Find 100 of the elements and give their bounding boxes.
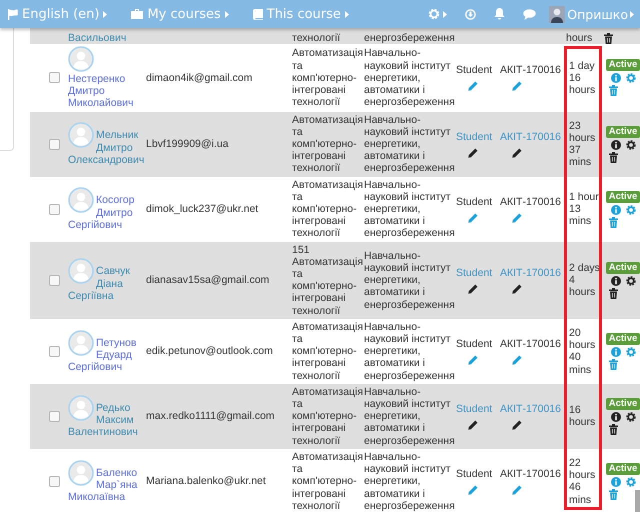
caret-icon — [103, 10, 108, 18]
specialty-text: 151 Автоматизація та комп'ютерно-інтегровані технології — [292, 244, 364, 317]
email-text: dimaon4ik@gmail.com — [146, 72, 252, 84]
user-name-link[interactable]: Баленко Мар`яна Миколаївна — [68, 460, 142, 504]
status-badge: Active — [606, 190, 640, 203]
row-checkbox[interactable] — [48, 476, 60, 487]
enrolment-time-text: 2 days 4 hours — [569, 262, 600, 298]
institute-text: Навчально-науковий інститут енергетики, автоматики і енергозбереження — [364, 320, 455, 382]
delete-trash-icon[interactable] — [609, 424, 618, 435]
info-icon[interactable] — [610, 140, 620, 150]
role-link[interactable]: Student — [456, 468, 492, 480]
status-badge: Active — [606, 59, 640, 72]
user-name-link[interactable]: Нестеренко Дмитро Миколайович — [68, 46, 142, 110]
specialty-text: технології — [292, 32, 340, 44]
edit-pencil-icon[interactable] — [512, 284, 522, 294]
messages-bubble-icon[interactable] — [523, 8, 536, 20]
role-link[interactable]: Student — [456, 402, 492, 415]
user-avatar-icon[interactable] — [68, 460, 94, 486]
user-avatar-icon[interactable] — [68, 46, 94, 72]
specialty-text: Автоматизація та комп'ютерно-інтегровані технології — [292, 47, 364, 108]
email-text: edik.petunov@outlook.com — [146, 345, 273, 358]
row-checkbox[interactable] — [48, 346, 60, 357]
user-name-link[interactable]: Мельник Дмитро Олександрович — [68, 122, 142, 166]
institute-text: енергозбереження — [364, 32, 455, 44]
enrolment-time-text: 20 hours 40 mins — [569, 326, 596, 376]
status-badge: Active — [606, 462, 640, 475]
status-badge: Active — [606, 262, 640, 274]
group-link[interactable]: АКІТ-170016 — [500, 338, 561, 350]
edit-pencil-icon[interactable] — [468, 284, 478, 294]
user-name-link[interactable]: Косогор Дмитро Сергійович — [68, 187, 142, 231]
enrolment-time-text: 1 hour 13 mins — [569, 190, 599, 228]
caret-icon — [224, 10, 229, 18]
email-text: max.redko1111@gmail.com — [146, 410, 275, 422]
book-icon — [252, 8, 263, 20]
delete-trash-icon[interactable] — [609, 152, 618, 163]
info-icon[interactable] — [610, 412, 620, 422]
role-link[interactable]: Student — [456, 130, 492, 143]
institute-text: Навчально-науковий інститут енергетики, автоматики і енергозбереження — [364, 250, 455, 311]
enrolment-time-text: 23 hours 37 mins — [569, 120, 596, 168]
group-link[interactable]: АКІТ-170016 — [500, 402, 561, 415]
status-badge: Active — [606, 398, 640, 410]
row-checkbox[interactable] — [48, 72, 60, 84]
institute-text: Навчально-науковий інститут енергетики, автоматики і енергозбереження — [364, 178, 455, 240]
notifications-bell-icon[interactable] — [494, 8, 506, 20]
edit-pencil-icon[interactable] — [468, 148, 478, 158]
user-menu-link[interactable]: Опришко — [545, 6, 640, 22]
status-badge: Active — [606, 332, 640, 345]
specialty-text: Автоматизація та комп'ютерно-інтегровані технології — [292, 178, 364, 240]
role-link[interactable]: Student — [456, 338, 492, 350]
institute-text: Навчально-науковий інститут енергетики, автоматики і енергозбереження — [364, 450, 455, 512]
caret-icon — [630, 10, 634, 18]
user-name-link[interactable]: Савчук Діана Сергіївна — [68, 258, 142, 302]
user-name-link[interactable]: Васильович — [68, 32, 126, 44]
caret-icon — [344, 10, 349, 18]
user-avatar-icon[interactable] — [68, 122, 94, 148]
flag-icon — [7, 8, 18, 20]
enrolment-time-text: 22 hours 46 mins — [569, 456, 596, 506]
row-checkbox[interactable] — [48, 410, 60, 422]
enrolment-time-text: hours — [566, 32, 592, 44]
edit-pencil-icon[interactable] — [512, 420, 522, 430]
institute-text: Навчально-науковий інститут енергетики, автоматики і енергозбереження — [364, 386, 455, 447]
row-checkbox[interactable] — [48, 138, 60, 150]
email-text: dianasav15sa@gmail.com — [146, 274, 270, 286]
delete-trash-icon[interactable] — [609, 288, 618, 299]
download-circle-icon[interactable] — [465, 8, 476, 20]
user-avatar-icon[interactable] — [68, 258, 94, 284]
group-link[interactable]: АКІТ-170016 — [500, 130, 561, 143]
settings-icon[interactable] — [626, 412, 636, 422]
row-checkbox[interactable] — [48, 204, 60, 215]
role-link[interactable]: Student — [456, 64, 492, 76]
scrollbar-thumb[interactable] — [635, 490, 640, 512]
nav-menu-link[interactable]: English (en) — [0, 6, 116, 22]
nav-menu-link[interactable]: This course — [244, 6, 357, 22]
specialty-text: Автоматизація та комп'ютерно-інтегровані технології — [292, 320, 364, 382]
user-avatar-icon[interactable] — [68, 187, 94, 214]
delete-trash-icon[interactable] — [604, 33, 613, 44]
user-avatar-icon[interactable] — [68, 394, 94, 421]
email-text: Lbvf199909@i.ua — [146, 138, 228, 150]
nav-menu-link[interactable]: My courses — [123, 6, 237, 22]
user-name-link[interactable]: Петунов Едуард Сергійович — [68, 330, 142, 374]
enrolment-time-text: 1 day 16 hours — [569, 60, 596, 96]
row-checkbox[interactable] — [48, 274, 60, 286]
user-name-link[interactable]: Редько Максим Валентинович — [68, 394, 142, 438]
user-avatar-icon — [549, 6, 566, 22]
info-icon[interactable] — [610, 276, 620, 286]
role-link[interactable]: Student — [456, 196, 492, 208]
edit-pencil-icon[interactable] — [468, 420, 478, 430]
settings-icon[interactable] — [626, 140, 636, 150]
group-link[interactable]: АКІТ-170016 — [500, 468, 561, 480]
role-link[interactable]: Student — [456, 266, 492, 279]
specialty-text: Автоматизація та комп'ютерно-інтегровані технології — [292, 386, 364, 447]
group-link[interactable]: АКІТ-170016 — [500, 196, 561, 208]
institute-text: Навчально-науковий інститут енергетики, автоматики і енергозбереження — [364, 114, 455, 174]
email-text: dimok_luck237@ukr.net — [146, 203, 258, 216]
group-link[interactable]: АКІТ-170016 — [500, 266, 561, 279]
group-link[interactable]: АКІТ-170016 — [500, 64, 561, 76]
edit-pencil-icon[interactable] — [512, 148, 522, 158]
settings-icon[interactable] — [626, 276, 636, 286]
specialty-text: Автоматизація та комп'ютерно-інтегровані технології — [292, 114, 364, 174]
user-avatar-icon[interactable] — [68, 330, 94, 356]
